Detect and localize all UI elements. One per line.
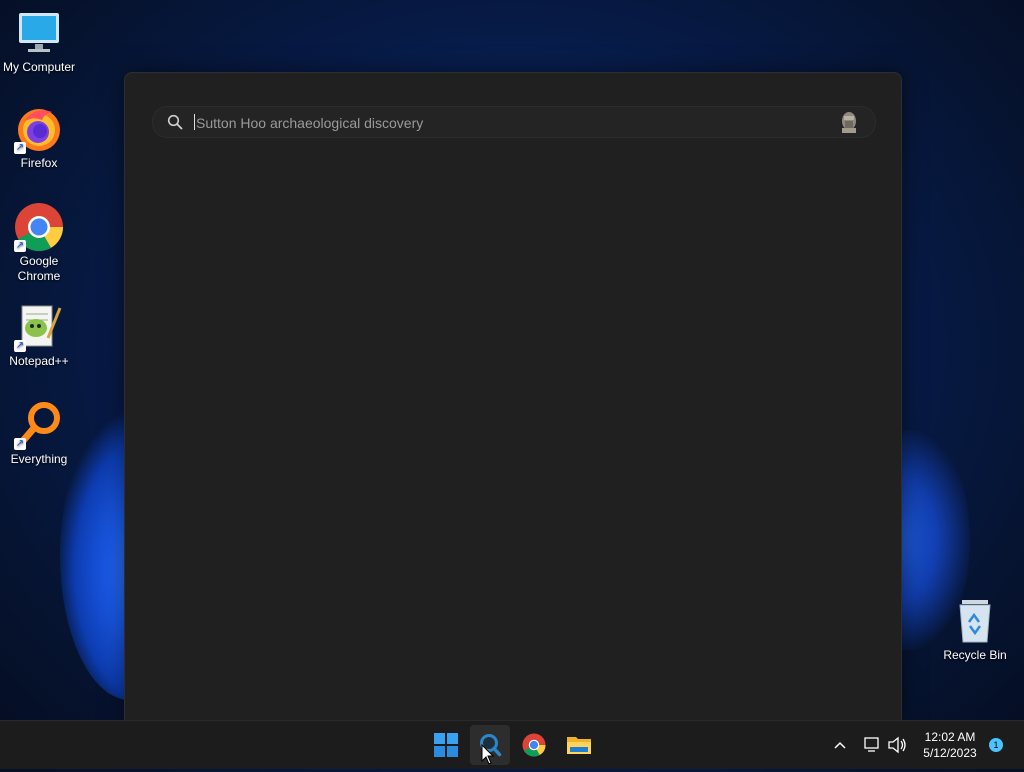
- desktop-icon-my-computer[interactable]: My Computer: [0, 8, 78, 75]
- show-hidden-icons-button[interactable]: [832, 721, 848, 769]
- network-button[interactable]: [862, 721, 882, 769]
- desktop-icon-firefox[interactable]: ↗ Firefox: [0, 104, 78, 171]
- search-bar[interactable]: [152, 106, 876, 138]
- search-icon: [167, 114, 183, 135]
- volume-button[interactable]: [886, 721, 908, 769]
- desktop-icon-label: Firefox: [20, 156, 58, 170]
- desktop-icon-google-chrome[interactable]: ↗ Google Chrome: [0, 202, 78, 284]
- start-button[interactable]: [426, 725, 466, 765]
- speaker-icon: [888, 736, 906, 754]
- shortcut-arrow-icon: ↗: [14, 438, 26, 450]
- chrome-icon: ↗: [14, 202, 64, 252]
- chrome-icon: [522, 733, 546, 757]
- desktop-icon-everything[interactable]: ↗ Everything: [0, 400, 78, 467]
- desktop-icon-recycle-bin[interactable]: Recycle Bin: [936, 596, 1014, 663]
- desktop-icon-label: Google Chrome: [17, 254, 61, 283]
- taskbar-file-explorer-button[interactable]: [558, 725, 598, 765]
- monitor-icon: [14, 8, 64, 58]
- shortcut-arrow-icon: ↗: [14, 340, 26, 352]
- desktop-icon-notepadpp[interactable]: ↗ Notepad++: [0, 302, 78, 369]
- notification-badge[interactable]: 1: [989, 738, 1003, 752]
- firefox-icon: ↗: [14, 104, 64, 154]
- everything-search-icon: ↗: [14, 400, 64, 450]
- folder-icon: [567, 737, 591, 754]
- clock-time: 12:02 AM: [924, 730, 976, 744]
- desktop-icon-label: Notepad++: [9, 354, 69, 368]
- shortcut-arrow-icon: ↗: [14, 240, 26, 252]
- clock-button[interactable]: 12:02 AM 5/12/2023: [914, 729, 986, 761]
- text-caret: [194, 114, 195, 130]
- desktop-icon-label: Everything: [10, 452, 68, 466]
- user-avatar-icon[interactable]: [837, 110, 861, 134]
- windows-logo-icon: [434, 733, 458, 757]
- taskbar: 12:02 AM 5/12/2023 1: [0, 720, 1024, 769]
- clock-date: 5/12/2023: [923, 746, 977, 760]
- desktop-icon-label: My Computer: [2, 60, 76, 74]
- search-input[interactable]: [194, 111, 818, 135]
- taskbar-chrome-button[interactable]: [514, 725, 554, 765]
- search-panel: [124, 72, 902, 723]
- mouse-cursor-icon: [481, 743, 495, 771]
- network-icon: [864, 737, 879, 752]
- recycle-bin-icon: [950, 596, 1000, 646]
- chevron-up-icon: [834, 741, 846, 749]
- shortcut-arrow-icon: ↗: [14, 142, 26, 154]
- desktop-icon-label: Recycle Bin: [943, 648, 1007, 662]
- notepadpp-icon: ↗: [14, 302, 64, 352]
